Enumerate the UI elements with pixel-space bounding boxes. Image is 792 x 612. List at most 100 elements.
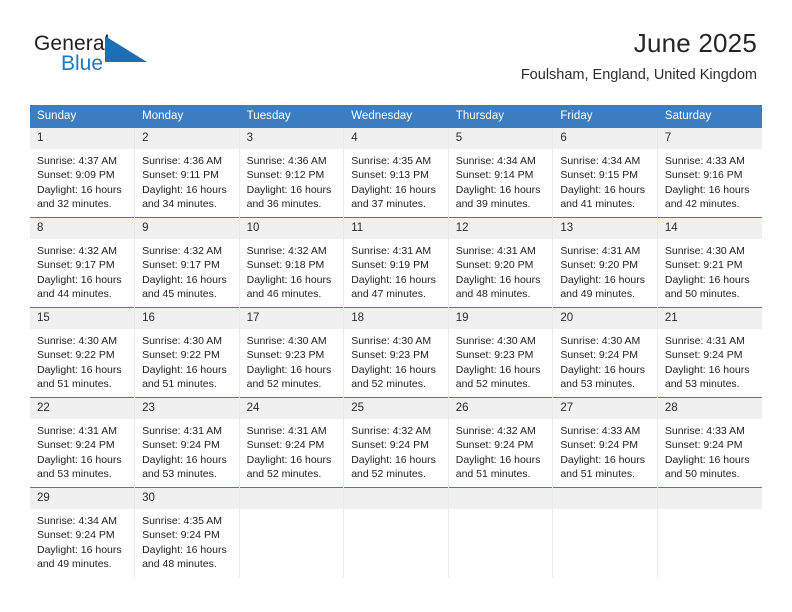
daylight-duration-line-1: Daylight: 16 hours: [37, 183, 122, 196]
daylight-duration-line-2: and 53 minutes.: [560, 378, 636, 391]
calendar-day-cell[interactable]: 7 Sunrise: 4:33 AM Sunset: 9:16 PM Daylight…: [657, 127, 762, 218]
day-details: Sunrise: 4:33 AM Sunset: 9:16 PM Daylight:…: [658, 149, 762, 212]
calendar-day-cell[interactable]: 25 Sunrise: 4:32 AM Sunset: 9:24 PM Dayligh…: [343, 397, 449, 488]
day-details: Sunrise: 4:31 AM Sunset: 9:24 PM Daylight:…: [30, 419, 134, 482]
day-number: 20: [553, 308, 657, 329]
day-details: Sunrise: 4:30 AM Sunset: 9:23 PM Daylight:…: [449, 329, 553, 392]
daylight-duration-line-1: Daylight: 16 hours: [664, 453, 750, 466]
sunrise-time: Sunrise: 4:33 AM: [560, 425, 641, 437]
calendar-day-cell[interactable]: 11 Sunrise: 4:31 AM Sunset: 9:19 PM Dayligh…: [343, 217, 449, 308]
calendar-day-cell[interactable]: 16 Sunrise: 4:30 AM Sunset: 9:22 PM Dayligh…: [134, 307, 240, 398]
daylight-duration-line-2: and 49 minutes.: [560, 288, 636, 301]
calendar-day-cell[interactable]: 17 Sunrise: 4:30 AM Sunset: 9:23 PM Dayligh…: [239, 307, 345, 398]
daylight-duration-line-1: Daylight: 16 hours: [246, 453, 332, 466]
day-details: Sunrise: 4:33 AM Sunset: 9:24 PM Daylight:…: [658, 419, 762, 482]
calendar-day-cell[interactable]: 8 Sunrise: 4:32 AM Sunset: 9:17 PM Daylight…: [30, 217, 136, 308]
daylight-duration-line-2: and 46 minutes.: [246, 288, 322, 301]
daylight-duration-line-2: and 41 minutes.: [560, 198, 636, 211]
daylight-duration-line-2: and 47 minutes.: [351, 288, 426, 301]
day-number: 4: [344, 128, 448, 149]
weekday-header-wednesday: Wednesday: [343, 105, 449, 128]
sunrise-time: Sunrise: 4:31 AM: [455, 245, 536, 257]
calendar-day-cell[interactable]: 5 Sunrise: 4:34 AM Sunset: 9:14 PM Daylight…: [448, 127, 554, 218]
weekday-header-sunday: Sunday: [30, 105, 136, 128]
sunrise-time: Sunrise: 4:30 AM: [142, 335, 223, 347]
sunset-time: Sunset: 9:13 PM: [351, 169, 429, 182]
daylight-duration-line-1: Daylight: 16 hours: [664, 363, 750, 376]
calendar-day-cell[interactable]: 23 Sunrise: 4:31 AM Sunset: 9:24 PM Dayligh…: [134, 397, 240, 488]
calendar-day-cell[interactable]: 2 Sunrise: 4:36 AM Sunset: 9:11 PM Daylight…: [134, 127, 240, 218]
sunset-time: Sunset: 9:23 PM: [455, 349, 534, 362]
calendar-day-cell[interactable]: 30 Sunrise: 4:35 AM Sunset: 9:24 PM Dayligh…: [134, 487, 240, 578]
daylight-duration-line-1: Daylight: 16 hours: [664, 183, 750, 196]
daylight-duration-line-2: and 52 minutes.: [246, 468, 322, 481]
sunset-time: Sunset: 9:20 PM: [455, 259, 534, 272]
calendar-day-cell-empty: [343, 487, 449, 578]
calendar-day-cell[interactable]: 13 Sunrise: 4:31 AM Sunset: 9:20 PM Dayligh…: [552, 217, 658, 308]
calendar-day-cell[interactable]: 3 Sunrise: 4:36 AM Sunset: 9:12 PM Daylight…: [239, 127, 345, 218]
sunrise-time: Sunrise: 4:30 AM: [664, 245, 745, 257]
general-blue-logo[interactable]: General Blue: [34, 32, 234, 78]
daylight-duration-line-2: and 50 minutes.: [664, 468, 740, 481]
daylight-duration-line-1: Daylight: 16 hours: [142, 273, 227, 286]
calendar-day-cell[interactable]: 1 Sunrise: 4:37 AM Sunset: 9:09 PM Daylight…: [30, 127, 136, 218]
calendar-day-cell[interactable]: 27 Sunrise: 4:33 AM Sunset: 9:24 PM Dayligh…: [552, 397, 658, 488]
day-details: Sunrise: 4:30 AM Sunset: 9:22 PM Daylight:…: [30, 329, 134, 392]
sunset-time: Sunset: 9:15 PM: [560, 169, 638, 182]
daylight-duration-line-2: and 52 minutes.: [351, 468, 426, 481]
calendar-day-cell[interactable]: 21 Sunrise: 4:31 AM Sunset: 9:24 PM Dayligh…: [657, 307, 762, 398]
calendar-week-row: 22 Sunrise: 4:31 AM Sunset: 9:24 PM Dayligh…: [30, 397, 762, 488]
sunrise-time: Sunrise: 4:34 AM: [455, 155, 536, 167]
sunrise-time: Sunrise: 4:30 AM: [246, 335, 327, 347]
day-number: 21: [657, 308, 762, 329]
calendar-day-cell[interactable]: 14 Sunrise: 4:30 AM Sunset: 9:21 PM Dayligh…: [657, 217, 762, 308]
calendar-day-cell[interactable]: 19 Sunrise: 4:30 AM Sunset: 9:23 PM Dayligh…: [448, 307, 554, 398]
daylight-duration-line-1: Daylight: 16 hours: [142, 363, 227, 376]
daylight-duration-line-2: and 44 minutes.: [37, 288, 112, 301]
calendar-day-cell[interactable]: 10 Sunrise: 4:32 AM Sunset: 9:18 PM Dayligh…: [239, 217, 345, 308]
calendar-day-cell[interactable]: 29 Sunrise: 4:34 AM Sunset: 9:24 PM Dayligh…: [30, 487, 136, 578]
day-details: Sunrise: 4:33 AM Sunset: 9:24 PM Daylight:…: [553, 419, 657, 482]
daylight-duration-line-2: and 42 minutes.: [664, 198, 740, 211]
day-number: 13: [553, 218, 657, 239]
calendar-day-cell[interactable]: 24 Sunrise: 4:31 AM Sunset: 9:24 PM Dayligh…: [239, 397, 345, 488]
daylight-duration-line-1: Daylight: 16 hours: [142, 543, 227, 556]
sunset-time: Sunset: 9:24 PM: [664, 439, 743, 452]
daylight-duration-line-1: Daylight: 16 hours: [455, 183, 541, 196]
daylight-duration-line-2: and 50 minutes.: [664, 288, 740, 301]
daylight-duration-line-2: and 51 minutes.: [142, 378, 217, 391]
day-number: 10: [239, 218, 344, 239]
calendar-day-cell[interactable]: 4 Sunrise: 4:35 AM Sunset: 9:13 PM Daylight…: [343, 127, 449, 218]
calendar-day-cell[interactable]: 18 Sunrise: 4:30 AM Sunset: 9:23 PM Dayligh…: [343, 307, 449, 398]
weekday-header-thursday: Thursday: [448, 105, 554, 128]
day-number: [239, 488, 344, 509]
calendar-day-cell-empty: [448, 487, 554, 578]
sunset-time: Sunset: 9:24 PM: [142, 439, 220, 452]
calendar-day-cell[interactable]: 26 Sunrise: 4:32 AM Sunset: 9:24 PM Dayligh…: [448, 397, 554, 488]
calendar-week-row: 8 Sunrise: 4:32 AM Sunset: 9:17 PM Daylight…: [30, 217, 762, 308]
sunrise-time: Sunrise: 4:36 AM: [246, 155, 327, 167]
calendar-day-cell[interactable]: 6 Sunrise: 4:34 AM Sunset: 9:15 PM Daylight…: [552, 127, 658, 218]
daylight-duration-line-2: and 37 minutes.: [351, 198, 426, 211]
calendar-day-cell[interactable]: 22 Sunrise: 4:31 AM Sunset: 9:24 PM Dayligh…: [30, 397, 136, 488]
calendar-day-cell[interactable]: 9 Sunrise: 4:32 AM Sunset: 9:17 PM Daylight…: [134, 217, 240, 308]
calendar-day-cell-empty: [239, 487, 345, 578]
sunrise-time: Sunrise: 4:32 AM: [351, 425, 432, 437]
calendar-week-row: 1 Sunrise: 4:37 AM Sunset: 9:09 PM Daylight…: [30, 127, 762, 218]
calendar-day-cell[interactable]: 15 Sunrise: 4:30 AM Sunset: 9:22 PM Dayligh…: [30, 307, 136, 398]
page-title: June 2025: [633, 28, 757, 58]
calendar-day-cell-empty: [657, 487, 762, 578]
calendar-day-cell[interactable]: 12 Sunrise: 4:31 AM Sunset: 9:20 PM Dayligh…: [448, 217, 554, 308]
sunset-time: Sunset: 9:11 PM: [142, 169, 219, 182]
day-number: 23: [135, 398, 239, 419]
calendar-day-cell[interactable]: 28 Sunrise: 4:33 AM Sunset: 9:24 PM Dayligh…: [657, 397, 762, 488]
sunrise-time: Sunrise: 4:36 AM: [142, 155, 223, 167]
daylight-duration-line-1: Daylight: 16 hours: [37, 273, 122, 286]
sunset-time: Sunset: 9:24 PM: [37, 529, 115, 542]
calendar-day-cell[interactable]: 20 Sunrise: 4:30 AM Sunset: 9:24 PM Dayligh…: [552, 307, 658, 398]
daylight-duration-line-1: Daylight: 16 hours: [664, 273, 750, 286]
day-details: Sunrise: 4:36 AM Sunset: 9:11 PM Daylight:…: [135, 149, 239, 212]
sunset-time: Sunset: 9:16 PM: [664, 169, 743, 182]
day-number: 15: [30, 308, 135, 329]
sunset-time: Sunset: 9:21 PM: [664, 259, 743, 272]
